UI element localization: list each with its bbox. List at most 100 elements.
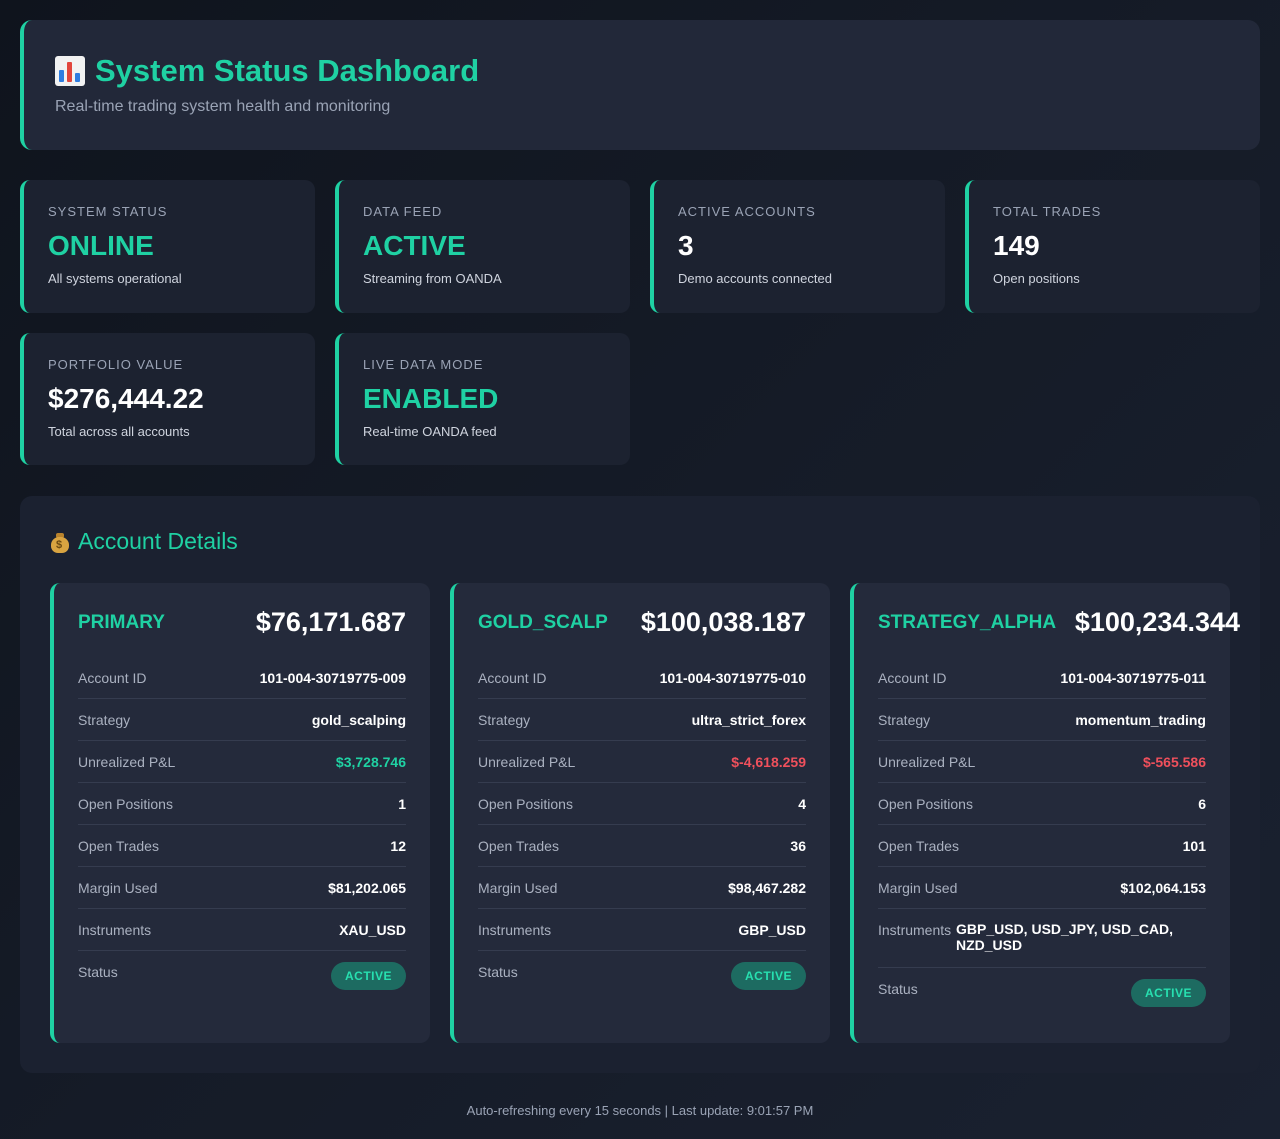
- page-title: System Status Dashboard: [55, 52, 1229, 90]
- account-details-panel: $ Account Details PRIMARY $76,171.687 Ac…: [20, 496, 1260, 1073]
- bar-chart-icon: [55, 56, 85, 86]
- stat-label: DATA FEED: [363, 204, 443, 219]
- stat-card-total-trades: TOTAL TRADES 149 Open positions: [965, 180, 1260, 313]
- instruments-value: XAU_USD: [339, 922, 406, 938]
- row-label: Instruments: [878, 922, 952, 938]
- margin-used-value: $98,467.282: [728, 880, 806, 896]
- margin-used-value: $102,064.153: [1120, 880, 1206, 896]
- account-card-gold-scalp: GOLD_SCALP $100,038.187 Account ID 101-0…: [450, 583, 830, 1043]
- stat-label: LIVE DATA MODE: [363, 357, 484, 372]
- row-unrealized-pnl: Unrealized P&L $-565.586: [878, 741, 1206, 783]
- row-status: Status ACTIVE: [878, 968, 1206, 1010]
- open-positions-value: 4: [798, 796, 806, 812]
- stat-label: ACTIVE ACCOUNTS: [678, 204, 816, 219]
- row-margin-used: Margin Used $81,202.065: [78, 867, 406, 909]
- page-subtitle: Real-time trading system health and moni…: [55, 98, 391, 115]
- stat-sub: All systems operational: [48, 271, 182, 286]
- row-instruments: Instruments GBP_USD, USD_JPY, USD_CAD, N…: [878, 909, 1206, 968]
- row-unrealized-pnl: Unrealized P&L $-4,618.259: [478, 741, 806, 783]
- stat-label: TOTAL TRADES: [993, 204, 1102, 219]
- row-status: Status ACTIVE: [78, 951, 406, 993]
- row-open-trades: Open Trades 101: [878, 825, 1206, 867]
- account-details-heading: $ Account Details: [50, 528, 238, 555]
- stat-value: 3: [678, 230, 694, 261]
- row-label: Unrealized P&L: [78, 754, 176, 770]
- stat-value: ACTIVE: [363, 230, 466, 261]
- money-bag-icon: $: [50, 531, 70, 553]
- row-label: Account ID: [878, 670, 947, 686]
- row-label: Open Trades: [878, 838, 959, 854]
- stat-value: ENABLED: [363, 383, 499, 414]
- row-label: Instruments: [78, 922, 152, 938]
- account-name: GOLD_SCALP: [478, 612, 608, 633]
- stat-card-system-status: SYSTEM STATUS ONLINE All systems operati…: [20, 180, 315, 313]
- row-label: Margin Used: [78, 880, 158, 896]
- page-title-text: System Status Dashboard: [95, 53, 480, 88]
- stat-card-portfolio-value: PORTFOLIO VALUE $276,444.22 Total across…: [20, 333, 315, 465]
- row-label: Unrealized P&L: [878, 754, 976, 770]
- stat-value: ONLINE: [48, 230, 154, 261]
- account-card-strategy-alpha: STRATEGY_ALPHA $100,234.344 Account ID 1…: [850, 583, 1240, 1043]
- row-margin-used: Margin Used $98,467.282: [478, 867, 806, 909]
- row-label: Open Positions: [478, 796, 573, 812]
- stat-value: 149: [993, 230, 1040, 261]
- stat-card-active-accounts: ACTIVE ACCOUNTS 3 Demo accounts connecte…: [650, 180, 945, 313]
- row-label: Margin Used: [478, 880, 558, 896]
- account-name: PRIMARY: [78, 612, 165, 633]
- account-id-value: 101-004-30719775-010: [659, 670, 806, 686]
- row-margin-used: Margin Used $102,064.153: [878, 867, 1206, 909]
- stat-label: SYSTEM STATUS: [48, 204, 168, 219]
- row-label: Strategy: [478, 712, 531, 728]
- strategy-value: ultra_strict_forex: [691, 712, 806, 728]
- stat-sub: Total across all accounts: [48, 424, 190, 439]
- stat-sub: Demo accounts connected: [678, 271, 832, 286]
- pnl-value: $-4,618.259: [731, 754, 806, 770]
- row-status: Status ACTIVE: [478, 951, 806, 993]
- row-label: Strategy: [78, 712, 131, 728]
- stat-sub: Real-time OANDA feed: [363, 424, 497, 439]
- row-label: Open Trades: [478, 838, 559, 854]
- status-badge: ACTIVE: [1130, 979, 1206, 1007]
- row-strategy: Strategy ultra_strict_forex: [478, 699, 806, 741]
- strategy-value: momentum_trading: [1075, 712, 1206, 728]
- account-card-primary: PRIMARY $76,171.687 Account ID 101-004-3…: [50, 583, 430, 1043]
- stat-sub: Streaming from OANDA: [363, 271, 502, 286]
- instruments-value: GBP_USD, USD_JPY, USD_CAD, NZD_USD: [956, 921, 1174, 953]
- row-label: Unrealized P&L: [478, 754, 576, 770]
- stat-card-data-feed: DATA FEED ACTIVE Streaming from OANDA: [335, 180, 630, 313]
- open-positions-value: 1: [398, 796, 406, 812]
- row-strategy: Strategy momentum_trading: [878, 699, 1206, 741]
- row-label: Open Positions: [78, 796, 173, 812]
- row-open-trades: Open Trades 12: [78, 825, 406, 867]
- open-trades-value: 12: [390, 838, 406, 854]
- row-label: Account ID: [478, 670, 547, 686]
- row-open-positions: Open Positions 6: [878, 783, 1206, 825]
- account-id-value: 101-004-30719775-011: [1060, 670, 1206, 686]
- pnl-value: $-565.586: [1142, 754, 1206, 770]
- row-account-id: Account ID 101-004-30719775-009: [78, 657, 406, 699]
- stat-value: $276,444.22: [48, 383, 204, 414]
- row-label: Open Positions: [878, 796, 973, 812]
- account-name: STRATEGY_ALPHA: [878, 612, 1057, 633]
- account-balance: $100,234.344: [1074, 607, 1240, 637]
- stat-label: PORTFOLIO VALUE: [48, 357, 184, 372]
- status-badge: ACTIVE: [730, 962, 806, 990]
- row-unrealized-pnl: Unrealized P&L $3,728.746: [78, 741, 406, 783]
- account-details-title: Account Details: [78, 528, 238, 554]
- stat-sub: Open positions: [993, 271, 1080, 286]
- row-account-id: Account ID 101-004-30719775-011: [878, 657, 1206, 699]
- row-open-positions: Open Positions 1: [78, 783, 406, 825]
- open-trades-value: 101: [1182, 838, 1206, 854]
- row-account-id: Account ID 101-004-30719775-010: [478, 657, 806, 699]
- account-balance: $100,038.187: [640, 607, 806, 637]
- instruments-value: GBP_USD: [738, 922, 806, 938]
- dashboard-header: System Status Dashboard Real-time tradin…: [20, 20, 1260, 150]
- pnl-value: $3,728.746: [335, 754, 406, 770]
- row-label: Strategy: [878, 712, 931, 728]
- open-positions-value: 6: [1198, 796, 1206, 812]
- strategy-value: gold_scalping: [311, 712, 406, 728]
- row-label: Instruments: [478, 922, 552, 938]
- row-label: Account ID: [78, 670, 147, 686]
- row-label: Status: [78, 964, 118, 980]
- row-label: Status: [478, 964, 518, 980]
